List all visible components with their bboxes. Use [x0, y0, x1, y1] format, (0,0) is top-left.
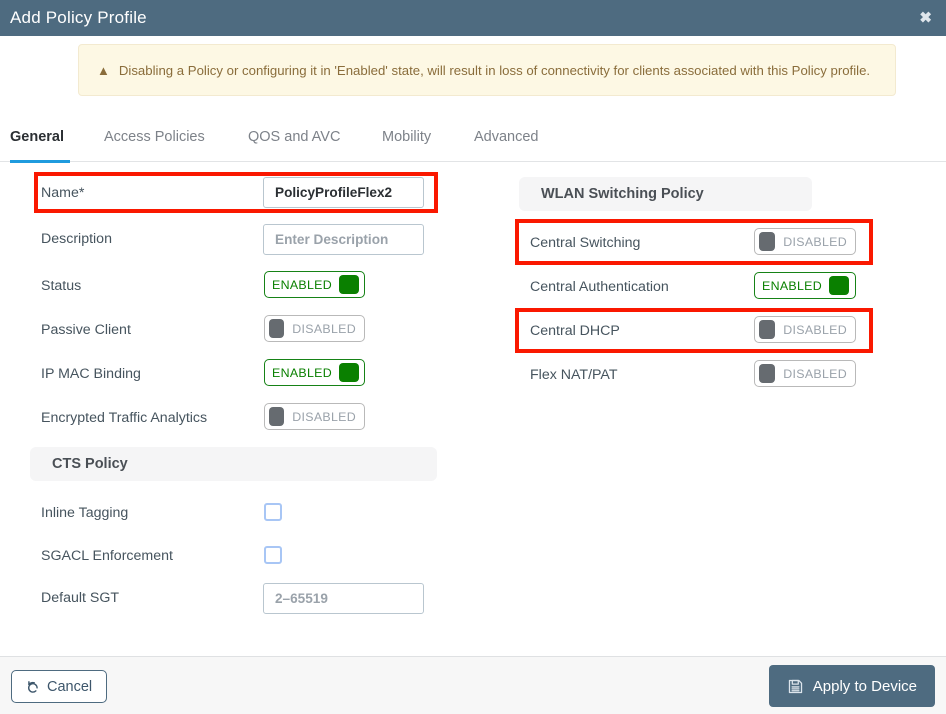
- flex-nat-pat-field-row: Flex NAT/PAT: [530, 355, 618, 395]
- sgacl-enforcement-label: SGACL Enforcement: [41, 548, 173, 564]
- central-dhcp-label: Central DHCP: [530, 323, 620, 339]
- passive-client-toggle[interactable]: DISABLED: [264, 315, 365, 342]
- passive-client-field-row: Passive Client: [41, 310, 131, 350]
- dialog-footer: Cancel Apply to Device: [0, 656, 946, 714]
- central-authentication-toggle-state: ENABLED: [762, 278, 822, 293]
- inline-tagging-checkbox[interactable]: [264, 503, 282, 521]
- toggle-knob-icon: [338, 363, 359, 382]
- warning-triangle-icon: ▲: [97, 62, 110, 78]
- toggle-knob-icon: [269, 319, 285, 338]
- central-dhcp-toggle[interactable]: DISABLED: [754, 316, 856, 343]
- status-toggle[interactable]: ENABLED: [264, 271, 365, 298]
- encrypted-traffic-analytics-label: Encrypted Traffic Analytics: [41, 410, 208, 426]
- status-field-row: Status: [41, 266, 81, 306]
- ip-mac-binding-label: IP MAC Binding: [41, 366, 141, 382]
- warning-banner: ▲ Disabling a Policy or configuring it i…: [78, 44, 896, 96]
- cancel-button[interactable]: Cancel: [11, 670, 108, 703]
- dialog-titlebar: Add Policy Profile ✖: [0, 0, 946, 36]
- default-sgt-field-row: Default SGT: [41, 578, 119, 618]
- cancel-button-label: Cancel: [47, 678, 93, 695]
- name-input[interactable]: PolicyProfileFlex2: [263, 177, 424, 208]
- ip-mac-binding-field-row: IP MAC Binding: [41, 354, 141, 394]
- wlan-switching-policy-section-title: WLAN Switching Policy: [541, 186, 704, 202]
- default-sgt-label: Default SGT: [41, 590, 120, 606]
- default-sgt-input[interactable]: 2–65519: [263, 583, 424, 614]
- cts-policy-section-header: CTS Policy: [30, 447, 437, 481]
- flex-nat-pat-toggle-state: DISABLED: [783, 366, 847, 381]
- tab-general[interactable]: General: [10, 128, 70, 163]
- description-field-row: Description: [41, 219, 112, 259]
- toggle-knob-icon: [759, 364, 776, 383]
- page-title: Add Policy Profile: [10, 8, 147, 27]
- central-authentication-toggle[interactable]: ENABLED: [754, 272, 856, 299]
- toggle-knob-icon: [828, 276, 849, 295]
- name-input-value: PolicyProfileFlex2: [275, 185, 393, 200]
- encrypted-traffic-analytics-toggle[interactable]: DISABLED: [264, 403, 365, 430]
- encrypted-traffic-analytics-toggle-state: DISABLED: [292, 409, 356, 424]
- flex-nat-pat-label: Flex NAT/PAT: [530, 367, 618, 383]
- central-switching-field-row: Central Switching: [530, 223, 640, 263]
- apply-to-device-button-label: Apply to Device: [812, 677, 917, 695]
- inline-tagging-field-row: Inline Tagging: [41, 493, 128, 533]
- central-dhcp-field-row: Central DHCP: [530, 311, 620, 351]
- ip-mac-binding-toggle[interactable]: ENABLED: [264, 359, 365, 386]
- flex-nat-pat-toggle[interactable]: DISABLED: [754, 360, 856, 387]
- central-switching-label: Central Switching: [530, 235, 641, 251]
- description-label: Description: [41, 231, 112, 247]
- tab-qos-and-avc[interactable]: QOS and AVC: [248, 128, 348, 162]
- status-label: Status: [41, 278, 82, 294]
- tab-mobility[interactable]: Mobility: [382, 128, 444, 162]
- save-floppy-icon: [787, 678, 804, 695]
- inline-tagging-label: Inline Tagging: [41, 505, 129, 521]
- central-dhcp-toggle-state: DISABLED: [783, 322, 847, 337]
- description-input-placeholder: Enter Description: [275, 232, 389, 247]
- add-policy-profile-dialog: Add Policy Profile ✖ ▲ Disabling a Polic…: [0, 0, 946, 714]
- ip-mac-binding-toggle-state: ENABLED: [272, 365, 332, 380]
- toggle-knob-icon: [759, 320, 776, 339]
- central-authentication-label: Central Authentication: [530, 279, 669, 295]
- status-toggle-state: ENABLED: [272, 277, 332, 292]
- central-switching-toggle-state: DISABLED: [783, 234, 847, 249]
- close-icon[interactable]: ✖: [919, 11, 932, 26]
- warning-banner-text: Disabling a Policy or configuring it in …: [118, 62, 871, 78]
- sgacl-enforcement-checkbox[interactable]: [264, 546, 282, 564]
- cts-policy-section-title: CTS Policy: [52, 456, 128, 472]
- passive-client-label: Passive Client: [41, 322, 131, 338]
- encrypted-traffic-analytics-field-row: Encrypted Traffic Analytics: [41, 398, 207, 438]
- toggle-knob-icon: [759, 232, 776, 251]
- name-field-row: Name*: [41, 173, 84, 213]
- description-input[interactable]: Enter Description: [263, 224, 424, 255]
- wlan-switching-policy-section-header: WLAN Switching Policy: [519, 177, 812, 211]
- tab-advanced[interactable]: Advanced: [474, 128, 544, 162]
- central-switching-toggle[interactable]: DISABLED: [754, 228, 856, 255]
- central-authentication-field-row: Central Authentication: [530, 267, 669, 307]
- apply-to-device-button[interactable]: Apply to Device: [768, 665, 935, 707]
- name-label: Name*: [41, 185, 85, 201]
- default-sgt-input-placeholder: 2–65519: [275, 591, 328, 606]
- undo-arrow-icon: [26, 680, 40, 694]
- passive-client-toggle-state: DISABLED: [292, 321, 356, 336]
- toggle-knob-icon: [269, 407, 285, 426]
- tab-bar: General Access Policies QOS and AVC Mobi…: [0, 128, 946, 163]
- toggle-knob-icon: [338, 275, 359, 294]
- sgacl-enforcement-field-row: SGACL Enforcement: [41, 536, 173, 576]
- tab-access-policies[interactable]: Access Policies: [104, 128, 214, 162]
